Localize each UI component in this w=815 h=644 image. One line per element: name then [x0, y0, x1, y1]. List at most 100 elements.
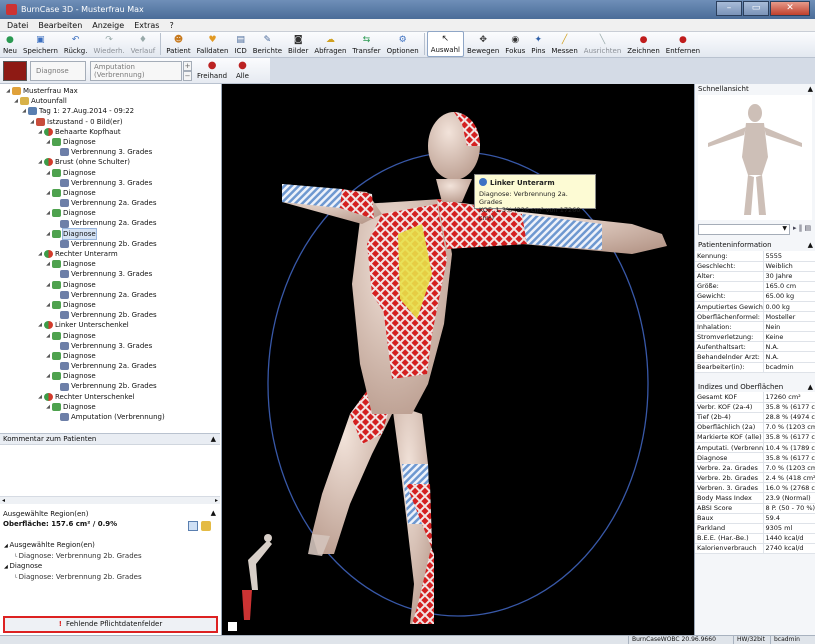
expand-triangle-icon[interactable]: ◢	[44, 259, 52, 269]
tree-node[interactable]: ◢ Autounfall	[2, 96, 218, 106]
collapse-caret-icon[interactable]: ▲	[211, 509, 216, 517]
burn-color-swatch[interactable]	[3, 61, 27, 81]
toolbar-speichern-button[interactable]: ▣ Speichern	[20, 31, 61, 57]
region-export-icon[interactable]	[201, 521, 211, 531]
toolbar-neu-button[interactable]: ● Neu	[0, 31, 20, 57]
view-preset-select[interactable]: ▼	[698, 224, 790, 235]
toolbar-icd-button[interactable]: ▤ ICD	[231, 31, 249, 57]
tree-node[interactable]: ◢ Diagnose	[2, 300, 218, 310]
freehand-tool-button[interactable]: ● Freihand	[197, 60, 227, 80]
expand-triangle-icon[interactable]: ◢	[20, 106, 28, 116]
expand-triangle-icon[interactable]: ◢	[44, 208, 52, 218]
menu-help[interactable]: ?	[164, 21, 178, 30]
menu-datei[interactable]: Datei	[2, 21, 33, 30]
collapse-caret-icon[interactable]: ▲	[211, 434, 216, 445]
tree-node[interactable]: ◢ Diagnose	[2, 351, 218, 361]
selected-region-item[interactable]: └ Diagnose: Verbrennung 2b. Grades	[4, 552, 142, 563]
3d-viewport[interactable]: Linker Unterarm Diagnose: Verbrennung 2a…	[222, 84, 694, 635]
expand-triangle-icon[interactable]: ◢	[44, 188, 52, 198]
toolbar-transfer-button[interactable]: ⇆ Transfer	[349, 31, 383, 57]
menu-extras[interactable]: Extras	[129, 21, 164, 30]
tree-node[interactable]: ◢ Linker Unterschenkel	[2, 320, 218, 330]
toolbar-messen-button[interactable]: ╱ Messen	[548, 31, 580, 57]
expand-triangle-icon[interactable]: ◢	[44, 229, 52, 239]
expand-triangle-icon[interactable]: ◢	[44, 300, 52, 310]
tree-node[interactable]: ◢ Diagnose	[2, 137, 218, 147]
expand-triangle-icon[interactable]: ◢	[36, 392, 44, 402]
viewport-corner-button[interactable]	[228, 622, 237, 631]
tree-node[interactable]: ◢ Diagnose	[2, 259, 218, 269]
tree-node[interactable]: ◢ Tag 1: 27.Aug.2014 - 09:22	[2, 106, 218, 116]
toolbar-berichte-button[interactable]: ✎ Berichte	[250, 31, 285, 57]
expand-triangle-icon[interactable]: ◢	[12, 96, 20, 106]
expand-triangle-icon[interactable]: ◢	[44, 402, 52, 412]
expand-triangle-icon[interactable]: ◢	[4, 86, 12, 96]
tree-node[interactable]: ◢ Diagnose	[2, 227, 218, 240]
tree-node[interactable]: ◢ Diagnose	[2, 331, 218, 341]
expand-triangle-icon[interactable]: ◢	[36, 157, 44, 167]
expand-triangle-icon[interactable]: ◢	[44, 331, 52, 341]
selected-region-item[interactable]: ◢ Ausgewählte Region(en)	[4, 541, 142, 552]
tree-node[interactable]: Verbrennung 3. Grades	[2, 147, 218, 157]
scroll-right-icon[interactable]: ▸	[215, 497, 218, 504]
patient-comment-textarea[interactable]	[0, 446, 220, 494]
minimize-button[interactable]: –	[716, 1, 742, 16]
orientation-gizmo[interactable]	[242, 534, 272, 620]
tree-node[interactable]: Verbrennung 3. Grades	[2, 178, 218, 188]
toolbar-bilder-button[interactable]: ◙ Bilder	[285, 31, 311, 57]
tree-node[interactable]: Verbrennung 3. Grades	[2, 269, 218, 279]
amputation-selector[interactable]: Amputation (Verbrennung)	[90, 61, 182, 81]
collapse-caret-icon[interactable]: ▲	[808, 240, 813, 250]
expand-triangle-icon[interactable]: ◢	[36, 320, 44, 330]
region-help-icon[interactable]	[188, 521, 198, 531]
toolbar-patient-button[interactable]: ☻ Patient	[163, 31, 193, 57]
remove-diagnosis-button[interactable]: −	[183, 71, 192, 81]
tree-node[interactable]: ◢ Istzustand - 0 Bild(er)	[2, 117, 218, 127]
all-tool-button[interactable]: ● Alle	[236, 60, 249, 80]
expand-triangle-icon[interactable]: ◢	[44, 137, 52, 147]
maximize-button[interactable]: ▭	[743, 1, 769, 16]
close-button[interactable]: ✕	[770, 1, 810, 16]
tree-node[interactable]: ◢ Diagnose	[2, 371, 218, 381]
tree-node[interactable]: Verbrennung 2b. Grades	[2, 239, 218, 249]
toolbar-optionen-button[interactable]: ⚙ Optionen	[384, 31, 422, 57]
toolbar-auswahl-button[interactable]: ↖ Auswahl	[426, 31, 464, 57]
toolbar-wiederh-button[interactable]: ↷ Wiederh.	[90, 31, 127, 57]
quickview-thumbnail[interactable]	[698, 95, 812, 220]
tree-node[interactable]: ◢ Rechter Unterarm	[2, 249, 218, 259]
menu-bearbeiten[interactable]: Bearbeiten	[33, 21, 87, 30]
toolbar-rückg-button[interactable]: ↶ Rückg.	[61, 31, 91, 57]
expand-triangle-icon[interactable]: ◢	[44, 371, 52, 381]
toolbar-ausrichten-button[interactable]: ╲ Ausrichten	[581, 31, 624, 57]
toolbar-falldaten-button[interactable]: ♥ Falldaten	[194, 31, 232, 57]
selected-region-item[interactable]: └ Diagnose: Verbrennung 2b. Grades	[4, 573, 142, 584]
selected-region-item[interactable]: ◢ Diagnose	[4, 562, 142, 573]
missing-required-fields-button[interactable]: ! Fehlende Pflichtdatenfelder	[3, 616, 218, 633]
scroll-left-icon[interactable]: ◂	[2, 497, 5, 504]
pause-icon[interactable]: ‖	[799, 224, 803, 232]
tree-node[interactable]: Verbrennung 2a. Grades	[2, 361, 218, 371]
toolbar-entfernen-button[interactable]: ● Entfernen	[663, 31, 703, 57]
tree-node[interactable]: ◢ Rechter Unterschenkel	[2, 392, 218, 402]
tree-node[interactable]: ◢ Musterfrau Max	[2, 86, 218, 96]
tree-node[interactable]: ◢ Diagnose	[2, 188, 218, 198]
expand-triangle-icon[interactable]: ◢	[44, 280, 52, 290]
menu-anzeige[interactable]: Anzeige	[87, 21, 129, 30]
add-diagnosis-button[interactable]: +	[183, 61, 192, 71]
tree-node[interactable]: Verbrennung 2a. Grades	[2, 218, 218, 228]
tree-node[interactable]: ◢ Brust (ohne Schulter)	[2, 157, 218, 167]
expand-triangle-icon[interactable]: ◢	[36, 127, 44, 137]
toolbar-bewegen-button[interactable]: ✥ Bewegen	[464, 31, 502, 57]
collapse-caret-icon[interactable]: ▲	[808, 84, 813, 94]
comment-horizontal-scrollbar[interactable]: ◂ ▸	[0, 496, 220, 504]
tree-node[interactable]: Verbrennung 2a. Grades	[2, 290, 218, 300]
print-icon[interactable]: ▤	[804, 224, 811, 232]
tree-node[interactable]: ◢ Diagnose	[2, 208, 218, 218]
tree-node[interactable]: Verbrennung 2b. Grades	[2, 381, 218, 391]
expand-triangle-icon[interactable]: ◢	[28, 117, 36, 127]
tree-node[interactable]: Amputation (Verbrennung)	[2, 412, 218, 422]
play-icon[interactable]: ▸	[793, 224, 797, 232]
collapse-caret-icon[interactable]: ▲	[808, 382, 813, 392]
toolbar-abfragen-button[interactable]: ☁ Abfragen	[311, 31, 349, 57]
expand-triangle-icon[interactable]: ◢	[44, 351, 52, 361]
